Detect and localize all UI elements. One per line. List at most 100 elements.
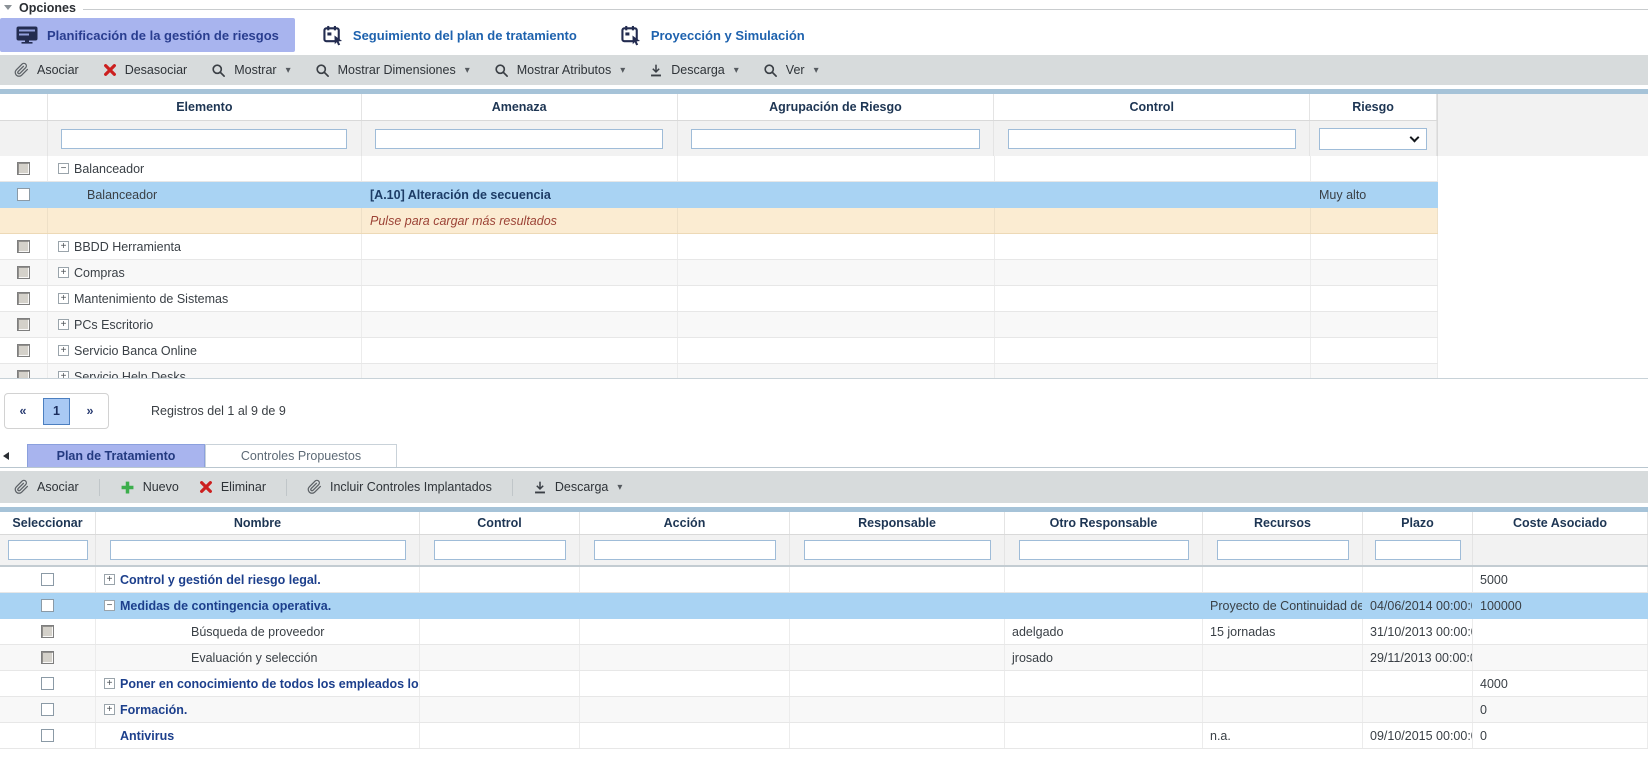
expand-toggle-icon[interactable]: + xyxy=(58,345,69,356)
expand-toggle-icon[interactable]: − xyxy=(104,600,115,611)
expand-toggle-icon[interactable]: + xyxy=(58,267,69,278)
toolbar-button-asociar[interactable]: Asociar xyxy=(14,62,79,78)
expand-toggle-icon[interactable]: − xyxy=(58,163,69,174)
cell-elemento xyxy=(48,208,362,233)
filter-plazo-input[interactable] xyxy=(1375,540,1461,560)
tab-proyeccion-y-simulacion[interactable]: Proyección y Simulación xyxy=(605,18,821,52)
toolbar-button-descarga[interactable]: Descarga▾ xyxy=(649,63,739,78)
row-checkbox[interactable] xyxy=(41,573,54,586)
row-checkbox[interactable] xyxy=(41,729,54,742)
row-checkbox[interactable] xyxy=(17,370,30,379)
cell-value: 09/10/2015 00:00:00 xyxy=(1370,729,1473,743)
cell-coste: 0 xyxy=(1473,697,1648,722)
dropdown-caret-icon[interactable]: ▾ xyxy=(814,65,819,76)
expand-toggle-icon[interactable]: + xyxy=(58,371,69,379)
row-checkbox[interactable] xyxy=(41,703,54,716)
filter-control-input[interactable] xyxy=(434,540,566,560)
header-cell-plazo: Plazo xyxy=(1363,512,1473,534)
treatment-table-row[interactable]: −Medidas de contingencia operativa.Proye… xyxy=(0,593,1648,619)
risk-table-row[interactable]: +Servicio Banca Online xyxy=(0,338,1438,364)
risk-table-row[interactable]: +Compras xyxy=(0,260,1438,286)
toolbar-button-ver[interactable]: Ver▾ xyxy=(763,63,819,78)
row-checkbox[interactable] xyxy=(17,318,30,331)
toolbar-button-descarga[interactable]: Descarga▾ xyxy=(533,480,623,495)
risk-table-body: −BalanceadorBalanceador[A.10] Alteración… xyxy=(0,156,1648,379)
row-checkbox[interactable] xyxy=(17,266,30,279)
expand-toggle-icon[interactable]: + xyxy=(58,319,69,330)
tab-plan-de-tratamiento[interactable]: Plan de Tratamiento xyxy=(27,444,205,467)
collapse-panel-arrow-icon[interactable] xyxy=(3,452,9,460)
toolbar-button-desasociar[interactable]: Desasociar xyxy=(103,63,188,77)
page-prev-button[interactable]: « xyxy=(12,398,34,424)
treatment-table-row[interactable]: +Control y gestión del riesgo legal.5000 xyxy=(0,567,1648,593)
toolbar-button-nuevo[interactable]: Nuevo xyxy=(120,480,179,495)
row-checkbox[interactable] xyxy=(17,162,30,175)
filter-otro-responsable-input[interactable] xyxy=(1019,540,1189,560)
download-icon xyxy=(533,480,547,495)
load-more-row[interactable]: Pulse para cargar más resultados xyxy=(0,208,1438,234)
tab-controles-propuestos[interactable]: Controles Propuestos xyxy=(205,444,397,467)
dropdown-caret-icon[interactable]: ▾ xyxy=(617,482,622,493)
filter-riesgo-select[interactable] xyxy=(1319,128,1427,150)
treatment-table-row[interactable]: Antivirusn.a.09/10/2015 00:00:000 xyxy=(0,723,1648,749)
filter-recursos-input[interactable] xyxy=(1217,540,1349,560)
treatment-table-row[interactable]: Evaluación y selecciónjrosado29/11/2013 … xyxy=(0,645,1648,671)
tab-seguimiento-del-plan-de-tratamiento[interactable]: Seguimiento del plan de tratamiento xyxy=(307,18,593,52)
toolbar-button-mostrar[interactable]: Mostrar▾ xyxy=(211,63,290,78)
risk-table-row[interactable]: Balanceador[A.10] Alteración de secuenci… xyxy=(0,182,1438,208)
filter-cell xyxy=(580,535,790,565)
cell-agrupacion xyxy=(678,234,995,259)
risk-table-row[interactable]: +Mantenimiento de Sistemas xyxy=(0,286,1438,312)
row-checkbox[interactable] xyxy=(41,625,54,638)
filter-agrupacion-de-riesgo-input[interactable] xyxy=(691,129,980,149)
expand-toggle-icon[interactable]: + xyxy=(58,241,69,252)
page-next-button[interactable]: » xyxy=(79,398,101,424)
toolbar-button-eliminar[interactable]: Eliminar xyxy=(199,480,266,494)
collapse-triangle-icon[interactable] xyxy=(4,5,12,10)
filter-nombre-input[interactable] xyxy=(110,540,406,560)
row-checkbox[interactable] xyxy=(41,599,54,612)
toolbar-button-incluir-controles-implantados[interactable]: Incluir Controles Implantados xyxy=(307,479,492,495)
dropdown-caret-icon[interactable]: ▾ xyxy=(286,65,291,76)
page-current-button[interactable]: 1 xyxy=(43,398,70,425)
filter-accion-input[interactable] xyxy=(594,540,776,560)
risk-table-row[interactable]: +Servicio Help Desks xyxy=(0,364,1438,379)
tab-planificacion-de-la-gestion-de-riesgos[interactable]: Planificación de la gestión de riesgos xyxy=(0,18,295,52)
expand-toggle-icon[interactable]: + xyxy=(104,704,115,715)
row-checkbox[interactable] xyxy=(17,344,30,357)
row-checkbox[interactable] xyxy=(17,292,30,305)
toolbar-button-mostrar-atributos[interactable]: Mostrar Atributos▾ xyxy=(494,63,626,78)
filter-control-input[interactable] xyxy=(1008,129,1296,149)
filter-seleccionar-input[interactable] xyxy=(8,540,88,560)
header-cell-responsable: Responsable xyxy=(790,512,1005,534)
filter-elemento-input[interactable] xyxy=(61,129,347,149)
cell-riesgo xyxy=(1311,312,1438,337)
cell-nombre: +Poner en conocimiento de todos los empl… xyxy=(96,671,420,696)
dropdown-caret-icon[interactable]: ▾ xyxy=(620,65,625,76)
toolbar-button-asociar[interactable]: Asociar xyxy=(14,479,79,495)
filter-responsable-input[interactable] xyxy=(804,540,991,560)
dropdown-caret-icon[interactable]: ▾ xyxy=(734,65,739,76)
toolbar-button-mostrar-dimensiones[interactable]: Mostrar Dimensiones▾ xyxy=(315,63,470,78)
expand-toggle-icon[interactable]: + xyxy=(58,293,69,304)
row-checkbox[interactable] xyxy=(17,240,30,253)
risk-table-row[interactable]: +PCs Escritorio xyxy=(0,312,1438,338)
filter-amenaza-input[interactable] xyxy=(375,129,663,149)
treatment-table-row[interactable]: +Formación.0 xyxy=(0,697,1648,723)
dropdown-caret-icon[interactable]: ▾ xyxy=(465,65,470,76)
row-checkbox[interactable] xyxy=(17,188,30,201)
row-checkbox[interactable] xyxy=(41,651,54,664)
cell-seleccionar xyxy=(0,723,96,748)
treatment-table-row[interactable]: Búsqueda de proveedoradelgado15 jornadas… xyxy=(0,619,1648,645)
cell-control xyxy=(995,208,1311,233)
risk-table-row[interactable]: +BBDD Herramienta xyxy=(0,234,1438,260)
calendar-cursor-icon xyxy=(323,25,344,46)
risk-table-row[interactable]: −Balanceador xyxy=(0,156,1438,182)
chevron-down-icon xyxy=(1410,132,1420,142)
cell-control xyxy=(420,671,580,696)
treatment-table-row[interactable]: +Poner en conocimiento de todos los empl… xyxy=(0,671,1648,697)
cell-value: 5000 xyxy=(1480,573,1508,587)
row-checkbox[interactable] xyxy=(41,677,54,690)
expand-toggle-icon[interactable]: + xyxy=(104,678,115,689)
expand-toggle-icon[interactable]: + xyxy=(104,574,115,585)
